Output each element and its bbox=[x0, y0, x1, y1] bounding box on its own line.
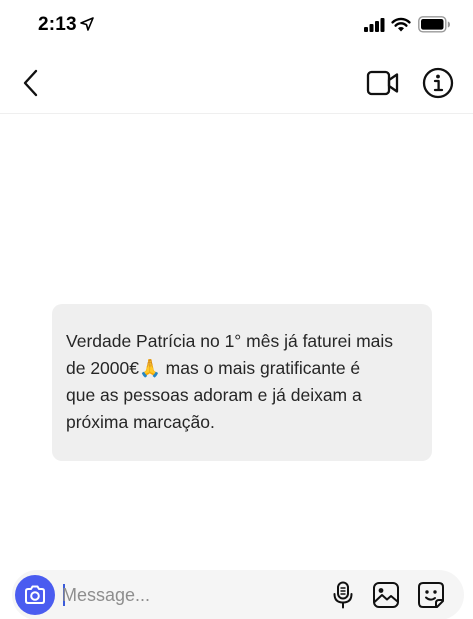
message-bubble[interactable]: Verdade Patrícia no 1° mês já faturei ma… bbox=[52, 304, 432, 461]
wifi-icon bbox=[391, 17, 411, 32]
video-call-icon[interactable] bbox=[366, 68, 400, 98]
cellular-signal-icon bbox=[364, 18, 385, 32]
message-text: Verdade Patrícia no 1° mês já faturei ma… bbox=[66, 331, 394, 432]
message-input[interactable] bbox=[62, 580, 312, 610]
info-icon[interactable] bbox=[421, 66, 455, 100]
message-composer bbox=[12, 570, 464, 619]
camera-button[interactable] bbox=[15, 575, 55, 615]
chat-header bbox=[0, 52, 473, 114]
status-bar: 2:13 bbox=[0, 0, 473, 52]
location-arrow-icon bbox=[80, 17, 94, 31]
sticker-icon[interactable] bbox=[417, 581, 445, 609]
dm-screen: 2:13 Verdade Patrícia no 1° mês já fatur… bbox=[0, 0, 473, 619]
camera-icon bbox=[25, 585, 45, 604]
gallery-icon[interactable] bbox=[372, 581, 400, 609]
microphone-icon[interactable] bbox=[332, 581, 354, 609]
back-chevron-icon[interactable] bbox=[18, 66, 46, 100]
battery-icon bbox=[418, 16, 450, 33]
status-time: 2:13 bbox=[38, 14, 77, 35]
